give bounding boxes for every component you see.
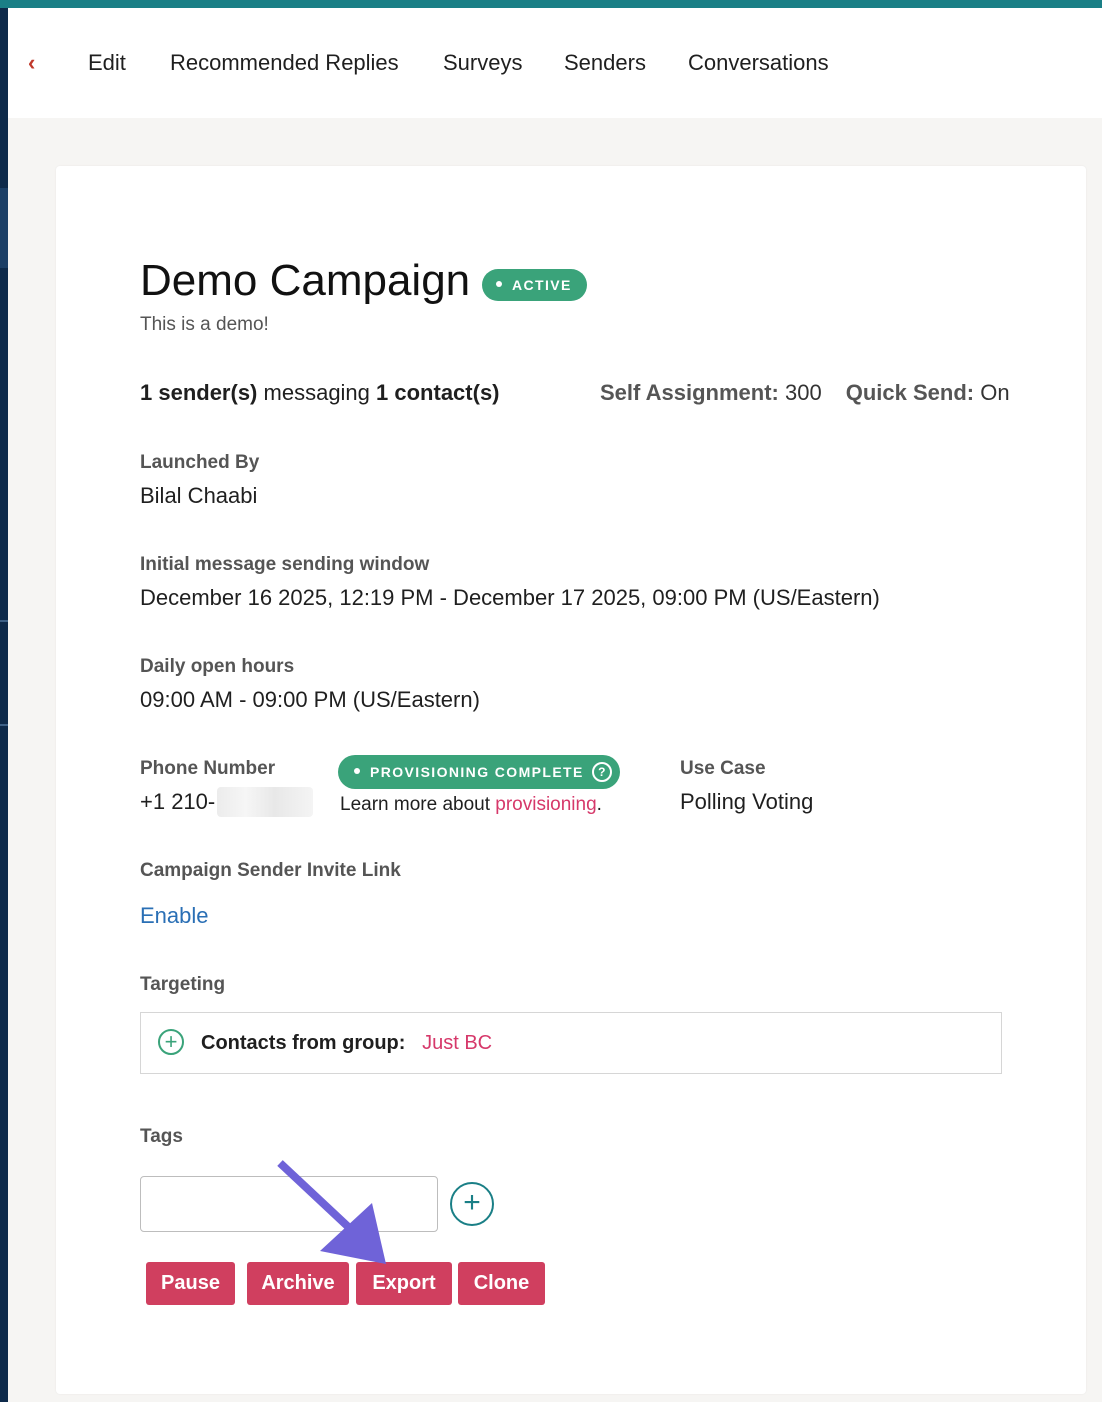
tab-conversations[interactable]: Conversations: [688, 48, 829, 78]
targeting-rule: + Contacts from group: Just BC: [140, 1012, 1002, 1074]
launched-by-value: Bilal Chaabi: [140, 483, 258, 508]
learn-more-end: .: [596, 794, 602, 815]
pause-button[interactable]: Pause: [146, 1262, 235, 1305]
provisioning-status-badge[interactable]: PROVISIONING COMPLETE?: [338, 755, 620, 789]
tab-surveys[interactable]: Surveys: [443, 48, 522, 78]
campaign-description: This is a demo!: [140, 314, 269, 335]
contact-count: 1 contact(s): [376, 380, 500, 405]
targeting-prefix: Contacts from group:: [201, 1032, 406, 1054]
provisioning-link[interactable]: provisioning: [495, 794, 596, 815]
tab-recommended-replies[interactable]: Recommended Replies: [170, 48, 399, 78]
campaign-summary: 1 sender(s) messaging 1 contact(s): [140, 378, 500, 408]
sending-window-value: December 16 2025, 12:19 PM - December 17…: [140, 585, 880, 610]
add-tag-plus-icon[interactable]: +: [450, 1182, 494, 1226]
tags-input[interactable]: [140, 1176, 438, 1232]
sidebar-edge-divider: [0, 724, 8, 726]
campaign-settings-summary: Self Assignment: 300 Quick Send: On: [600, 378, 1010, 408]
campaign-title: Demo Campaign: [140, 256, 471, 305]
archive-button[interactable]: Archive: [247, 1262, 349, 1305]
phone-number-value: +1 210-: [140, 787, 314, 817]
invite-link-label: Campaign Sender Invite Link: [140, 860, 401, 881]
summary-connector: messaging: [263, 380, 370, 405]
sidebar-edge-divider: [0, 620, 8, 622]
use-case-label: Use Case: [680, 758, 766, 779]
open-hours-value: 09:00 AM - 09:00 PM (US/Eastern): [140, 687, 480, 712]
status-dot-icon: [354, 768, 360, 775]
top-accent-bar: [0, 0, 1102, 8]
sidebar-edge-highlight: [0, 188, 8, 268]
targeting-group-link[interactable]: Just BC: [422, 1032, 492, 1054]
campaign-nav-bar: ‹ Edit Recommended Replies Surveys Sende…: [8, 8, 1102, 118]
open-hours-label: Daily open hours: [140, 656, 295, 677]
tab-senders[interactable]: Senders: [564, 48, 646, 78]
learn-more-text: Learn more about: [340, 794, 496, 815]
enable-invite-link[interactable]: Enable: [140, 901, 209, 931]
expand-plus-icon[interactable]: +: [158, 1029, 184, 1055]
clone-button[interactable]: Clone: [458, 1262, 545, 1305]
sender-count: 1 sender(s): [140, 380, 258, 405]
tab-edit[interactable]: Edit: [88, 48, 126, 78]
status-dot-icon: [496, 281, 502, 288]
quick-send-value: On: [980, 380, 1010, 405]
phone-number-label: Phone Number: [140, 758, 276, 779]
launched-by-label: Launched By: [140, 452, 260, 473]
use-case-value: Polling Voting: [680, 789, 814, 814]
left-sidebar-edge: [0, 8, 8, 1402]
phone-number-prefix: +1 210-: [140, 789, 216, 814]
tags-label: Tags: [140, 1126, 183, 1147]
help-icon[interactable]: ?: [591, 762, 612, 783]
chevron-left-icon[interactable]: ‹: [28, 50, 35, 76]
quick-send-label: Quick Send:: [845, 380, 975, 405]
status-badge-label: ACTIVE: [512, 277, 572, 293]
self-assignment-label: Self Assignment:: [600, 380, 779, 405]
status-badge: ACTIVE: [482, 269, 587, 301]
campaign-details-card: Demo Campaign ACTIVE This is a demo! 1 s…: [56, 166, 1086, 1394]
export-button[interactable]: Export: [356, 1262, 452, 1305]
phone-number-redacted: [217, 787, 314, 817]
provisioning-help-text: Learn more about provisioning.: [340, 792, 602, 818]
self-assignment-value: 300: [785, 380, 822, 405]
targeting-label: Targeting: [140, 974, 226, 995]
provisioning-status-label: PROVISIONING COMPLETE: [370, 764, 584, 780]
sending-window-label: Initial message sending window: [140, 554, 430, 575]
targeting-rule-text: Contacts from group: Just BC: [201, 1028, 492, 1058]
